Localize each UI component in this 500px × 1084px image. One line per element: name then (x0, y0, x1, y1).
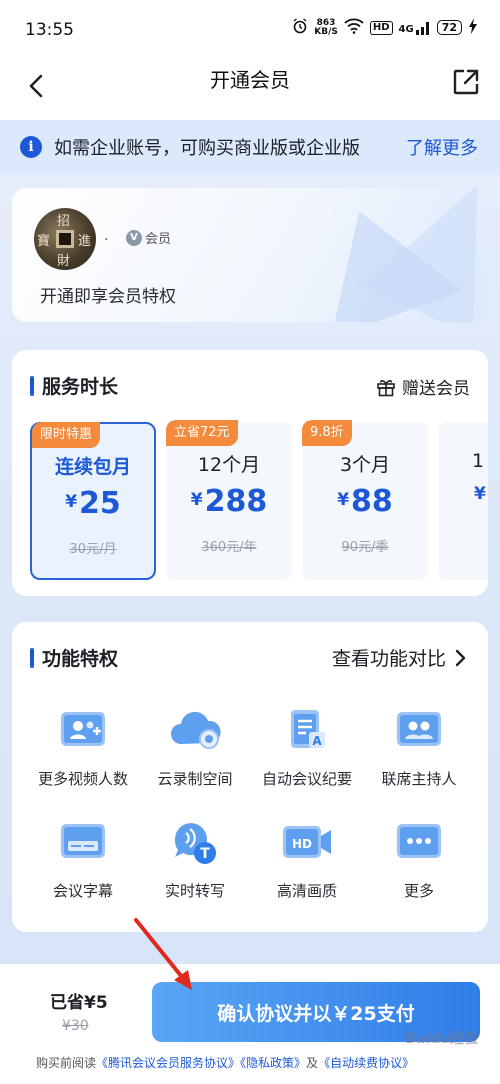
page-title: 开通会员 (210, 68, 290, 92)
plan-price: ¥ (474, 484, 486, 504)
avatar-char: 寶 (37, 234, 51, 249)
hd-video-icon: HD (277, 816, 337, 868)
status-bar: 13:55 863 KB/S HD 4G 72 (0, 0, 500, 60)
feature-label: 联席主持人 (381, 770, 457, 788)
plan-tag: 立省72元 (166, 420, 238, 446)
service-duration-card: 服务时长 赠送会员 限时特惠 连续包月 ¥25 30元/月 立省72元 12个月… (12, 350, 488, 596)
feature-transcribe[interactable]: T 实时转写 (136, 816, 254, 901)
plan-original-price: 30元/月 (69, 542, 117, 557)
signal-icon: 4G (399, 21, 431, 35)
feature-label: 更多 (403, 882, 434, 900)
feature-privileges-card: 功能特权 查看功能对比 更多视频人数 云录制空间 A 自动会议纪要 联席主持人 … (12, 622, 488, 932)
network-speed: 863 KB/S (314, 17, 338, 37)
feature-label: 云录制空间 (157, 770, 233, 788)
plan-name: 12个月 (197, 454, 261, 476)
notice-text: 如需企业账号，可购买商业版或企业版 (54, 138, 360, 159)
nav-bar: 开通会员 (0, 60, 500, 120)
share-button[interactable] (448, 64, 484, 100)
plan-monthly[interactable]: 限时特惠 连续包月 ¥25 30元/月 (30, 422, 156, 580)
saved-amount: 已省¥5 (50, 993, 108, 1013)
section-accent (30, 648, 34, 668)
chevron-right-icon (455, 649, 466, 666)
coin-hole (56, 230, 74, 248)
plan-12-months[interactable]: 立省72元 12个月 ¥288 360元/年 (166, 420, 292, 580)
plan-tag: 9.8折 (302, 420, 352, 446)
feature-co-host[interactable]: 联席主持人 (360, 704, 478, 789)
member-badge: V 会员 (126, 228, 171, 247)
plan-price: ¥288 (190, 484, 268, 519)
plan-original-price: 90元/季 (341, 540, 389, 555)
auto-renew-agreement-link[interactable]: 《自动续费协议》 (318, 1056, 414, 1070)
battery-indicator: 72 (436, 20, 462, 35)
feature-subtitles[interactable]: 会议字幕 (24, 816, 142, 901)
feature-label: 自动会议纪要 (261, 770, 352, 788)
avatar-char: 招 (57, 214, 71, 229)
feature-label: 实时转写 (164, 882, 225, 900)
feature-label: 高清画质 (276, 882, 337, 900)
svg-text:HD: HD (292, 837, 312, 851)
plan-price: ¥25 (65, 486, 121, 521)
user-name: . (104, 228, 109, 244)
subtitles-icon (53, 816, 113, 868)
co-host-icon (389, 704, 449, 756)
feature-more[interactable]: 更多 (360, 816, 478, 901)
feature-hd-video[interactable]: HD 高清画质 (248, 816, 366, 901)
feature-label: 会议字幕 (52, 882, 113, 900)
plan-tag: 限时特惠 (32, 422, 101, 448)
gift-icon (377, 379, 395, 396)
section-title: 功能特权 (42, 648, 119, 670)
feature-meeting-minutes[interactable]: A 自动会议纪要 (248, 704, 366, 789)
svg-text:T: T (200, 846, 210, 862)
v-badge-icon: V (126, 229, 142, 246)
learn-more-link[interactable]: 了解更多 (406, 134, 478, 160)
plan-name: 3个月 (339, 454, 391, 476)
watermark: Baidu经验 (405, 1031, 478, 1047)
feature-label: 更多视频人数 (37, 770, 128, 788)
member-badge-label: 会员 (145, 232, 172, 247)
plan-original-price: 360元/年 (201, 540, 257, 555)
section-title: 服务时长 (42, 376, 119, 398)
alarm-icon (292, 18, 308, 37)
status-icons: 863 KB/S HD 4G 72 (292, 18, 478, 37)
feature-video-participants[interactable]: 更多视频人数 (24, 704, 142, 789)
video-participants-icon (53, 704, 113, 756)
checkout-footer: 已省¥5 ¥30 确认协议并以￥25支付 购买前阅读《腾讯会议会员服务协议》《隐… (0, 964, 500, 1084)
feature-cloud-record[interactable]: 云录制空间 (136, 704, 254, 789)
plan-name: 连续包月 (54, 456, 131, 478)
section-accent (30, 376, 34, 396)
info-icon: i (20, 136, 42, 158)
user-subtitle: 开通即享会员特权 (40, 287, 176, 307)
compare-features-link[interactable]: 查看功能对比 (332, 644, 466, 671)
cloud-record-icon (165, 704, 225, 756)
wifi-icon (344, 18, 364, 37)
svg-text:A: A (312, 734, 322, 748)
service-agreement-link[interactable]: 《腾讯会议会员服务协议》 (96, 1056, 240, 1070)
transcribe-icon: T (165, 816, 225, 868)
compare-label: 查看功能对比 (331, 648, 446, 670)
gift-label: 赠送会员 (402, 379, 470, 399)
avatar-char: 進 (78, 234, 92, 249)
status-time: 13:55 (25, 20, 74, 40)
plan-3-months[interactable]: 9.8折 3个月 ¥88 90元/季 (302, 420, 428, 580)
more-icon (389, 816, 449, 868)
charging-icon (468, 18, 478, 37)
avatar-char: 財 (57, 254, 71, 269)
plan-price: ¥88 (337, 484, 393, 519)
hd-indicator: HD (369, 20, 393, 35)
enterprise-notice: i 如需企业账号，可购买商业版或企业版 了解更多 (0, 120, 500, 174)
gift-membership-button[interactable]: 赠送会员 (376, 374, 470, 399)
meeting-minutes-icon: A (277, 704, 337, 756)
external-link-icon (453, 69, 479, 95)
avatar[interactable]: 招 進 寶 財 (34, 208, 96, 270)
privacy-policy-link[interactable]: 《隐私政策》 (240, 1056, 306, 1070)
plan-partial[interactable]: 1 ¥ (438, 422, 488, 580)
plan-name: 1 (472, 450, 485, 472)
saved-original-price: ¥30 (62, 1018, 89, 1034)
agreement-text: 购买前阅读《腾讯会议会员服务协议》《隐私政策》及《自动续费协议》 (36, 1056, 415, 1070)
